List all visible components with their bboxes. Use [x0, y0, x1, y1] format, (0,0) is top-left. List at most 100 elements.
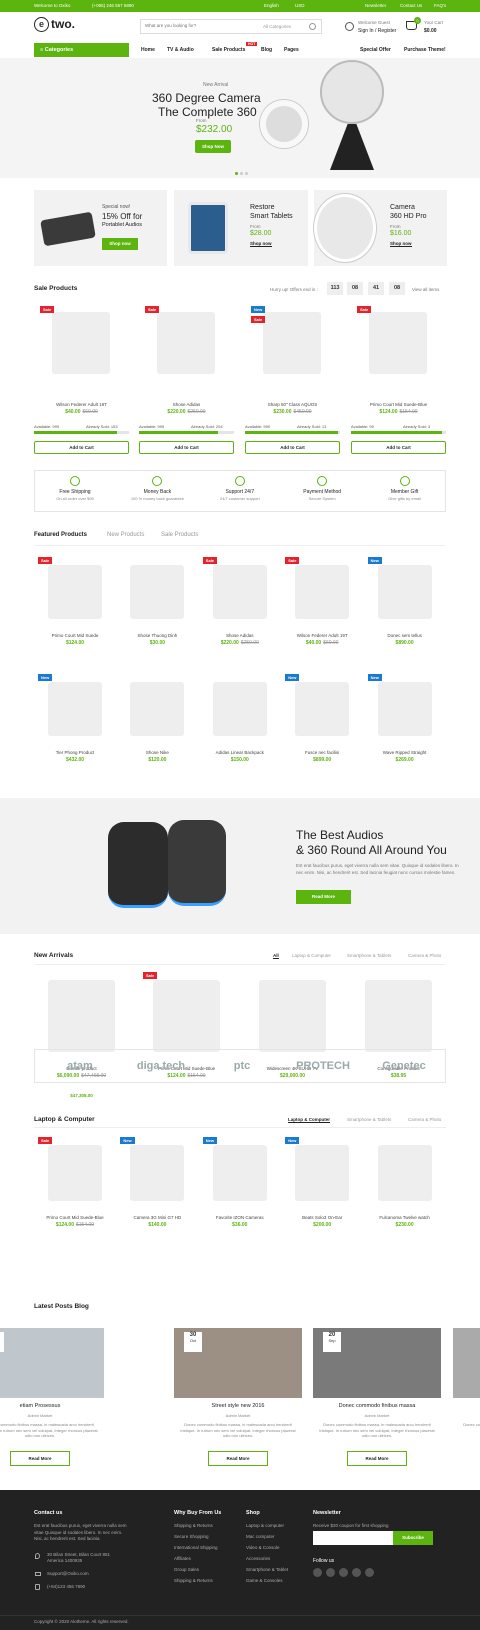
product-name[interactable]: Tier Phong Product — [34, 750, 116, 755]
product-name[interactable]: Camera 3G Mini G7 HD — [116, 1215, 198, 1220]
product-name[interactable]: Wilson Federer Adult 19T — [34, 402, 129, 407]
contact-link[interactable]: Contact Us — [400, 3, 422, 8]
product-name[interactable]: Shose Nike — [116, 750, 198, 755]
hero-shop-button[interactable]: Shop Now — [195, 140, 231, 153]
nav-blog[interactable]: Blog — [261, 47, 272, 53]
brand-logo-protech[interactable]: PROTECH — [283, 1052, 363, 1080]
logo-text[interactable]: two. — [51, 17, 75, 31]
footer-email[interactable]: Support@Oxiko.com — [47, 1571, 89, 1576]
product-name[interactable]: Primo Court Mid Suede-Blue — [351, 402, 446, 407]
product-image[interactable] — [130, 1145, 185, 1201]
add-to-cart-button[interactable]: Add to Cart — [351, 441, 446, 454]
newsletter-input[interactable] — [313, 1531, 393, 1545]
product-image[interactable] — [212, 565, 267, 619]
brand-logo-ptc[interactable]: ptc — [202, 1052, 282, 1080]
product-image[interactable] — [295, 565, 350, 619]
footer-link[interactable]: Laptop & computer — [246, 1523, 284, 1528]
product-name[interactable]: Shose Adidas — [199, 633, 281, 638]
nav-home[interactable]: Home — [141, 47, 155, 53]
tab-sale-products[interactable]: Sale Products — [161, 532, 198, 538]
add-to-cart-button[interactable]: Add to Cart — [139, 441, 234, 454]
youtube-icon[interactable] — [365, 1568, 374, 1577]
banner-audio[interactable]: Special now! 15% Off for Portablet Audio… — [34, 190, 167, 266]
product-image[interactable] — [48, 980, 115, 1052]
product-name[interactable]: Donec sem tellus — [364, 633, 446, 638]
product-name[interactable]: Shose Adidas — [139, 402, 234, 407]
subscribe-button[interactable]: Subscribe — [393, 1531, 433, 1545]
search-input[interactable] — [145, 23, 245, 28]
footer-link[interactable]: Secure Shopping — [174, 1534, 209, 1539]
laptop-tab-laptop[interactable]: Laptop & Computer — [288, 1117, 330, 1123]
product-image[interactable] — [377, 565, 432, 619]
post-image[interactable] — [0, 1328, 104, 1398]
post-title[interactable]: etiam Prosessus — [0, 1403, 104, 1409]
post-title[interactable]: Mauris massa — [453, 1403, 480, 1409]
product-name[interactable]: Sharp 50" Class AQUOS — [245, 402, 340, 407]
slider-dot-3[interactable] — [245, 172, 248, 175]
twitter-icon[interactable] — [313, 1568, 322, 1577]
product-name[interactable]: Wave Ripped Straight — [364, 750, 446, 755]
pinterest-icon[interactable] — [339, 1568, 348, 1577]
banner-1-button[interactable]: Shop now — [102, 238, 138, 250]
tab-featured-products[interactable]: Featured Products — [34, 532, 87, 538]
banner-tablet[interactable]: Restore Smart Tablets From $28.00 Shop n… — [174, 190, 308, 266]
brand-logo-digatech[interactable]: diga.tech — [121, 1052, 201, 1080]
product-image[interactable] — [295, 1145, 350, 1201]
arrivals-tab-smartphone[interactable]: Smartphone & Tablets — [347, 953, 391, 958]
product-name[interactable]: Shose Thuong Dinh — [116, 633, 198, 638]
footer-link[interactable]: Group Sales — [174, 1567, 199, 1572]
footer-link[interactable]: Shipping & Returns — [174, 1523, 213, 1528]
product-image[interactable] — [365, 980, 432, 1052]
brand-logo-genetec[interactable]: Genetec — [364, 1052, 444, 1080]
nav-purchase-theme[interactable]: Purchase Theme! — [404, 47, 446, 53]
brand-logo-atam[interactable]: atam — [40, 1052, 120, 1080]
view-all-link[interactable]: View all items — [412, 287, 439, 292]
logo-mark[interactable]: e — [34, 17, 49, 32]
faq-link[interactable]: FAQ's — [434, 3, 446, 8]
footer-link[interactable]: Shipping & Returns — [174, 1578, 213, 1583]
read-more-button[interactable]: Read More — [208, 1451, 268, 1466]
footer-link[interactable]: Mac computer — [246, 1534, 275, 1539]
currency-select[interactable]: USD — [295, 3, 305, 8]
arrivals-tab-camera[interactable]: Camera & Photo — [408, 953, 441, 958]
language-select[interactable]: English — [264, 3, 279, 8]
footer-link[interactable]: Smartphone & Tablet — [246, 1567, 288, 1572]
promo-read-more[interactable]: Read More — [296, 890, 351, 904]
product-image[interactable] — [130, 682, 185, 736]
arrivals-tab-all[interactable]: All — [273, 953, 279, 959]
product-name[interactable]: Fulcanoma Twelve watch — [364, 1215, 446, 1220]
product-image[interactable] — [259, 980, 326, 1052]
laptop-tab-smartphone[interactable]: Smartphone & Tablets — [347, 1117, 391, 1122]
nav-tv-audio[interactable]: TV & Audio — [167, 47, 194, 53]
product-name[interactable]: Beats Solo3 On-Ear — [281, 1215, 363, 1220]
banner-3-link[interactable]: Shop now — [390, 241, 412, 247]
cart-total[interactable]: $0.00 — [424, 28, 437, 34]
product-image[interactable] — [48, 565, 102, 619]
slider-dot-2[interactable] — [240, 172, 243, 175]
instagram-icon[interactable] — [352, 1568, 361, 1577]
product-image[interactable] — [153, 980, 220, 1052]
nav-pages[interactable]: Pages — [284, 47, 299, 53]
footer-link[interactable]: International Shipping — [174, 1545, 218, 1550]
facebook-icon[interactable] — [326, 1568, 335, 1577]
categories-button[interactable]: ≡ Categories — [34, 43, 129, 57]
slider-dot-1[interactable] — [235, 172, 238, 175]
product-image[interactable] — [377, 682, 432, 736]
product-image[interactable] — [212, 1145, 267, 1201]
footer-link[interactable]: Video & Console — [246, 1545, 279, 1550]
post-image[interactable] — [453, 1328, 480, 1398]
user-icon[interactable] — [345, 22, 354, 31]
category-select[interactable]: All Categories — [263, 24, 291, 29]
product-image[interactable] — [48, 682, 102, 736]
arrivals-tab-laptop[interactable]: Laptop & Computer — [292, 953, 331, 958]
read-more-button[interactable]: Read More — [10, 1451, 70, 1466]
read-more-button[interactable]: Read More — [347, 1451, 407, 1466]
add-to-cart-button[interactable]: Add to Cart — [245, 441, 340, 454]
footer-link[interactable]: Affiliates — [174, 1556, 191, 1561]
product-image[interactable] — [48, 1145, 102, 1201]
footer-link[interactable]: Game & Consoles — [246, 1578, 283, 1583]
post-title[interactable]: Donec commodo finibus massa — [313, 1403, 441, 1409]
product-image[interactable] — [295, 682, 350, 736]
post-title[interactable]: Street style new 2016 — [174, 1403, 302, 1409]
product-image[interactable] — [377, 1145, 432, 1201]
